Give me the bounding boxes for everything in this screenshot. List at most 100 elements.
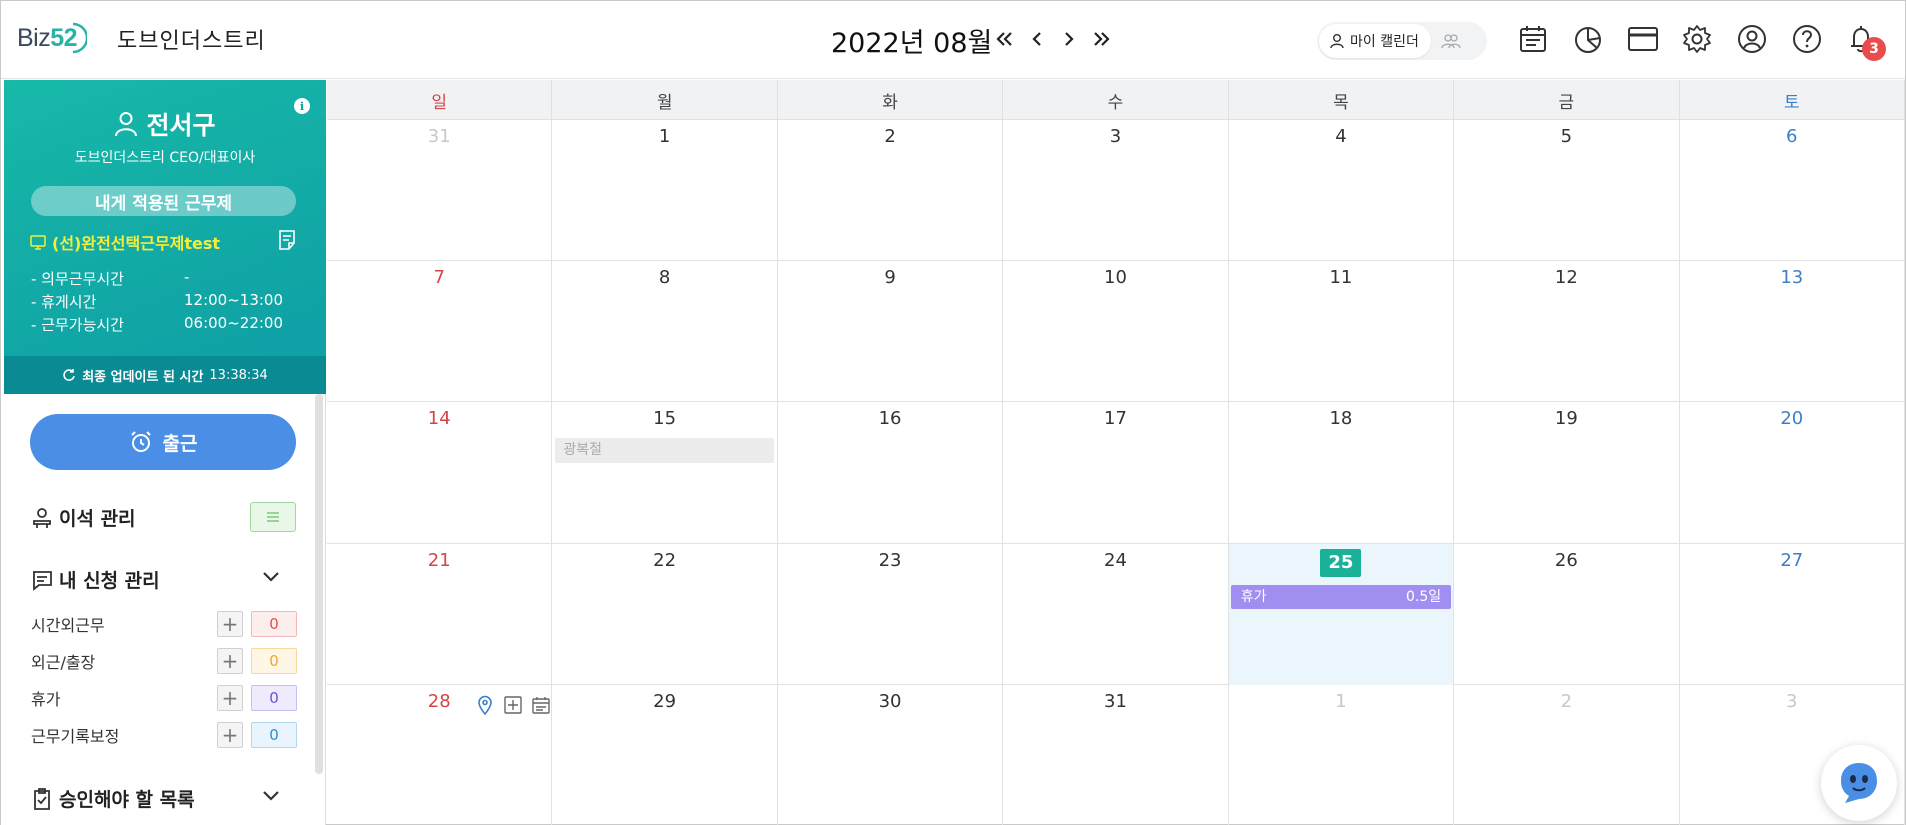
calendar-day-cell[interactable]: 28 <box>327 684 553 825</box>
day-number: 2 <box>1560 690 1573 712</box>
calendar-day-cell[interactable]: 16 <box>778 402 1004 544</box>
update-label: 최종 업데이트 된 시간 <box>82 369 204 385</box>
my-calendar-button[interactable]: 마이 캘린더 <box>1319 24 1431 58</box>
location-pin-icon[interactable] <box>474 694 496 716</box>
calendar-day-cell[interactable]: 22 <box>552 543 778 685</box>
profile-name: 전서구 <box>4 106 326 142</box>
next-year-button[interactable] <box>1091 25 1111 53</box>
calendar-day-cell[interactable]: 8 <box>552 261 778 403</box>
calendar-day-cell[interactable]: 2 <box>778 120 1004 262</box>
calendar-day-cell[interactable]: 2 <box>1454 684 1680 825</box>
seat-management-toggle[interactable] <box>250 502 296 532</box>
card-icon[interactable] <box>1625 21 1661 57</box>
calendar-day-cell[interactable]: 19 <box>1454 402 1680 544</box>
calendar-day-cell[interactable]: 1 <box>1229 684 1455 825</box>
approval-list-heading[interactable]: 승인해야 할 목록 <box>31 785 195 812</box>
calendar-day-cell[interactable]: 31 <box>327 120 553 262</box>
calendar-day-cell[interactable]: 6 <box>1680 120 1905 262</box>
ws-label-duty: - 의무근무시간 <box>31 270 124 288</box>
chatbot-button[interactable] <box>1821 745 1897 821</box>
account-icon[interactable] <box>1734 21 1770 57</box>
calendar-day-cell[interactable]: 1 <box>552 120 778 262</box>
my-requests-heading[interactable]: 내 신청 관리 <box>31 566 160 593</box>
last-update-bar[interactable]: 최종 업데이트 된 시간 13:38:34 <box>4 356 326 394</box>
calendar-day-cell[interactable]: 17 <box>1003 402 1229 544</box>
document-icon[interactable] <box>278 230 296 250</box>
calendar-day-cell[interactable]: 5 <box>1454 120 1680 262</box>
calendar-day-cell[interactable]: 10 <box>1003 261 1229 403</box>
day-cell-tools <box>474 694 552 716</box>
logo-arc-icon <box>72 22 88 54</box>
chatbot-icon <box>1841 763 1877 803</box>
calendar-day-cell[interactable]: 3 <box>1003 120 1229 262</box>
chevron-down-icon[interactable] <box>261 789 281 803</box>
calendar-day-cell[interactable]: 20 <box>1680 402 1905 544</box>
calendar-list-icon[interactable] <box>530 694 552 716</box>
calendar-day-cell[interactable]: 9 <box>778 261 1004 403</box>
vacation-event[interactable]: 휴가 0.5일 <box>1230 584 1452 609</box>
add-box-icon[interactable] <box>502 694 524 716</box>
chevron-down-icon[interactable] <box>261 570 281 584</box>
sidebar-scrollbar[interactable] <box>315 394 323 774</box>
calendar-week: 28 29 30 31 1 2 3 <box>327 684 1905 825</box>
calendar-day-cell[interactable]: 13 <box>1680 261 1905 403</box>
holiday-event[interactable]: 광복절 <box>555 438 774 464</box>
work-system-name[interactable]: (선)완전선택근무제test <box>30 230 220 254</box>
prev-month-button[interactable] <box>1027 25 1047 53</box>
add-request-button[interactable]: + <box>217 685 243 711</box>
day-number: 23 <box>878 549 902 571</box>
gear-icon[interactable] <box>1679 21 1715 57</box>
day-number: 4 <box>1335 126 1347 147</box>
calendar-day-cell[interactable]: 30 <box>778 684 1004 825</box>
request-count[interactable]: 0 <box>251 611 297 637</box>
calendar-day-cell[interactable]: 21 <box>327 543 553 685</box>
schedule-icon[interactable] <box>1515 21 1551 57</box>
calendar-day-cell[interactable]: 4 <box>1229 120 1455 262</box>
calendar-day-cell[interactable]: 29 <box>552 684 778 825</box>
day-number: 8 <box>658 267 671 289</box>
calendar-day-cell[interactable]: 31 <box>1003 684 1229 825</box>
person-icon <box>1330 34 1344 49</box>
weekday-wed: 수 <box>1003 80 1229 120</box>
calendar-day-cell[interactable]: 18 <box>1229 402 1455 544</box>
calendar-day-cell[interactable]: 12 <box>1454 261 1680 403</box>
team-calendar-button[interactable] <box>1441 33 1461 49</box>
calendar-day-cell[interactable]: 24 <box>1003 543 1229 685</box>
calendar-day-cell[interactable]: 25 휴가 0.5일 <box>1228 543 1455 685</box>
check-in-button[interactable]: 출근 <box>30 414 296 470</box>
seat-management-heading[interactable]: 이석 관리 <box>31 504 136 531</box>
weekday-fri: 금 <box>1454 80 1680 120</box>
help-icon[interactable] <box>1789 21 1825 57</box>
today-badge: 25 <box>1320 548 1362 577</box>
add-request-button[interactable]: + <box>217 722 243 748</box>
calendar-day-cell[interactable]: 27 <box>1680 543 1905 685</box>
biz52-logo[interactable]: Biz52 <box>17 16 88 60</box>
calendar-day-cell[interactable]: 7 <box>327 261 553 403</box>
request-label: 외근/출장 <box>31 653 96 672</box>
calendar-day-cell[interactable]: 15 광복절 <box>552 402 778 544</box>
request-count[interactable]: 0 <box>251 648 297 674</box>
seat-icon <box>33 507 51 528</box>
calendar-day-cell[interactable]: 23 <box>778 543 1004 685</box>
day-number: 18 <box>1329 408 1353 430</box>
day-number: 30 <box>878 690 902 712</box>
ws-value-available: 06:00~22:00 <box>184 314 284 332</box>
ws-value-duty: - <box>184 268 190 286</box>
prev-year-button[interactable] <box>995 25 1015 53</box>
profile-title: 도브인더스트리 CEO/대표이사 <box>74 150 256 166</box>
next-month-button[interactable] <box>1059 25 1079 53</box>
update-time: 13:38:34 <box>209 367 268 383</box>
clipboard-check-icon <box>34 787 50 810</box>
monitor-icon <box>30 234 46 250</box>
request-count[interactable]: 0 <box>251 685 297 711</box>
request-row-overtime: 시간외근무 + 0 <box>31 610 297 638</box>
add-request-button[interactable]: + <box>217 648 243 674</box>
pie-chart-icon[interactable] <box>1570 21 1606 57</box>
calendar-day-cell[interactable]: 14 <box>327 402 553 544</box>
request-count[interactable]: 0 <box>251 722 297 748</box>
add-request-button[interactable]: + <box>217 611 243 637</box>
day-number: 15 <box>653 408 677 430</box>
calendar-day-cell[interactable]: 26 <box>1454 543 1680 685</box>
calendar-week: 7 8 9 10 11 12 13 <box>327 261 1905 403</box>
calendar-day-cell[interactable]: 11 <box>1229 261 1455 403</box>
